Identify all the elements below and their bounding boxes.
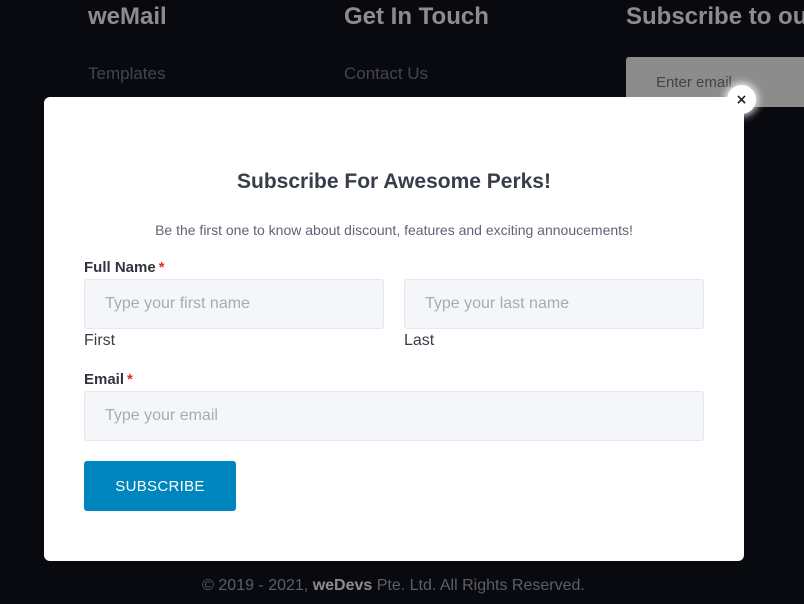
subscribe-button[interactable]: SUBSCRIBE (84, 461, 236, 511)
full-name-label: Full Name * (84, 259, 165, 276)
email-label-text: Email (84, 371, 125, 388)
subscribe-modal: Subscribe For Awesome Perks! Be the firs… (44, 97, 744, 561)
full-name-label-text: Full Name (84, 259, 156, 276)
email-label: Email * (84, 371, 133, 388)
last-name-input[interactable] (404, 279, 704, 329)
required-asterisk: * (158, 259, 165, 276)
modal-title: Subscribe For Awesome Perks! (237, 170, 551, 193)
required-asterisk: * (127, 371, 133, 388)
modal-subtitle: Be the first one to know about discount,… (155, 222, 633, 238)
last-name-sublabel: Last (404, 332, 435, 349)
close-icon: × (735, 91, 748, 108)
first-name-input[interactable] (84, 279, 384, 329)
close-modal-button[interactable]: × (727, 85, 756, 114)
first-name-sublabel: First (84, 332, 116, 349)
email-input[interactable] (84, 391, 704, 441)
